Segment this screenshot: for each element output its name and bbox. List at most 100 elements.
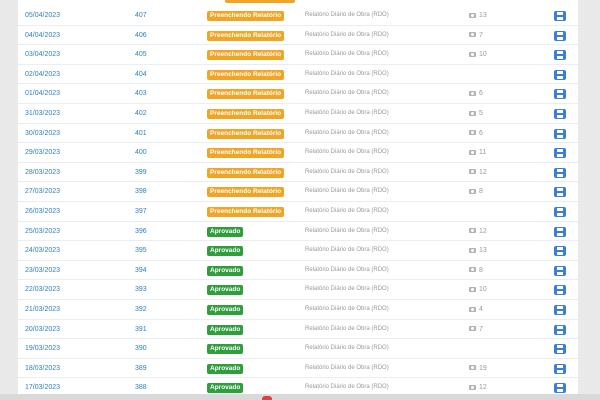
rdo-date-link[interactable]: 17/03/2023 xyxy=(25,378,60,394)
rdo-number-link[interactable]: 403 xyxy=(135,84,147,104)
report-type-label: Relatório Diário de Obra (RDO) xyxy=(305,364,389,371)
print-icon[interactable] xyxy=(554,226,566,237)
table-row: 19/03/2023 390 Aprovado Relatório Diário de… xyxy=(18,339,578,359)
print-icon[interactable] xyxy=(554,167,566,178)
rdo-number-link[interactable]: 395 xyxy=(135,241,147,261)
photo-count-value: 12 xyxy=(479,227,487,235)
photo-count: 12 xyxy=(469,222,487,242)
rdo-date-link[interactable]: 20/03/2023 xyxy=(25,320,60,340)
table-row: 29/03/2023 400 Preenchendo Relatório Relató… xyxy=(18,143,578,163)
photo-count: 8 xyxy=(469,261,483,281)
rdo-date-link[interactable]: 19/03/2023 xyxy=(25,339,60,359)
rdo-date-link[interactable]: 30/03/2023 xyxy=(25,124,60,144)
print-icon[interactable] xyxy=(554,89,566,100)
rdo-date-link[interactable]: 26/03/2023 xyxy=(25,202,60,222)
rdo-date-link[interactable]: 21/03/2023 xyxy=(25,300,60,320)
photo-count-value: 7 xyxy=(479,31,483,39)
rdo-date-link[interactable]: 27/03/2023 xyxy=(25,182,60,202)
rdo-date-link[interactable]: 31/03/2023 xyxy=(25,104,60,124)
rdo-number-link[interactable]: 402 xyxy=(135,104,147,124)
status-badge: Aprovado xyxy=(207,265,244,276)
rdo-date-link[interactable]: 24/03/2023 xyxy=(25,241,60,261)
report-type-label: Relatório Diário de Obra (RDO) xyxy=(305,110,389,116)
photo-count-value: 5 xyxy=(479,110,483,117)
rdo-number-link[interactable]: 406 xyxy=(135,26,147,46)
rdo-number-link[interactable]: 397 xyxy=(135,202,147,222)
rdo-date-link[interactable]: 03/04/2023 xyxy=(25,45,60,65)
rdo-date-link[interactable]: 05/04/2023 xyxy=(25,6,60,26)
photo-count-value: 8 xyxy=(479,266,483,274)
print-icon[interactable] xyxy=(554,305,566,315)
print-icon[interactable] xyxy=(554,187,566,198)
print-icon[interactable] xyxy=(554,207,566,217)
photo-count: 10 xyxy=(469,45,487,65)
rdo-date-link[interactable]: 23/03/2023 xyxy=(25,261,60,281)
print-icon[interactable] xyxy=(554,344,566,355)
photo-count: 12 xyxy=(469,163,487,183)
rdo-number-link[interactable]: 405 xyxy=(135,45,147,65)
photo-count: 10 xyxy=(469,280,487,300)
horizontal-scrollbar[interactable] xyxy=(0,394,600,400)
rdo-date-link[interactable]: 04/04/2023 xyxy=(25,26,60,46)
camera-icon xyxy=(469,51,476,57)
table-row: 01/04/2023 403 Preenchendo Relatório Relató… xyxy=(18,84,578,104)
print-icon[interactable] xyxy=(554,383,566,394)
rdo-number-link[interactable]: 394 xyxy=(135,261,147,281)
rdo-number-link[interactable]: 392 xyxy=(135,300,147,320)
photo-count-value: 4 xyxy=(479,306,483,313)
status-badge: Preenchendo Relatório xyxy=(207,30,285,41)
print-icon[interactable] xyxy=(554,50,566,61)
status-badge: Preenchendo Relatório xyxy=(207,187,285,198)
status-badge: Preenchendo Relatório xyxy=(207,50,285,61)
rdo-number-link[interactable]: 389 xyxy=(135,359,147,379)
rdo-date-link[interactable]: 29/03/2023 xyxy=(25,143,60,163)
rdo-date-link[interactable]: 22/03/2023 xyxy=(25,280,60,300)
rdo-number-link[interactable]: 390 xyxy=(135,339,147,359)
camera-icon xyxy=(469,267,476,273)
rdo-number-link[interactable]: 388 xyxy=(135,378,147,394)
table-row: 18/03/2023 389 Aprovado Relatório Diário de… xyxy=(18,359,578,379)
rdo-number-link[interactable]: 398 xyxy=(135,182,147,202)
report-type-label: Relatório Diário de Obra (RDO) xyxy=(305,168,389,175)
rdo-date-link[interactable]: 01/04/2023 xyxy=(25,84,60,104)
rdo-number-link[interactable]: 400 xyxy=(135,143,147,163)
status-badge: Preenchendo Relatório xyxy=(207,207,285,217)
rdo-date-link[interactable]: 18/03/2023 xyxy=(25,359,60,379)
print-icon[interactable] xyxy=(554,363,566,374)
rdo-number-link[interactable]: 393 xyxy=(135,280,147,300)
photo-count: 19 xyxy=(469,359,487,379)
rdo-date-link[interactable]: 02/04/2023 xyxy=(25,65,60,85)
print-icon[interactable] xyxy=(554,109,566,119)
print-icon[interactable] xyxy=(554,128,566,139)
report-type-label: Relatório Diário de Obra (RDO) xyxy=(305,129,389,136)
status-badge: Preenchendo Relatório xyxy=(207,11,285,21)
table-row: 03/04/2023 405 Preenchendo Relatório Relató… xyxy=(18,45,578,65)
table-row: 21/03/2023 392 Aprovado Relatório Diário de… xyxy=(18,300,578,320)
camera-icon xyxy=(469,91,476,97)
print-icon[interactable] xyxy=(554,69,566,80)
print-icon[interactable] xyxy=(554,285,566,296)
camera-icon xyxy=(469,385,476,391)
print-icon[interactable] xyxy=(554,246,566,257)
rdo-number-link[interactable]: 399 xyxy=(135,163,147,183)
photo-count: 7 xyxy=(469,320,483,340)
print-icon[interactable] xyxy=(554,148,566,159)
rdo-number-link[interactable]: 407 xyxy=(135,6,147,26)
rdo-number-link[interactable]: 391 xyxy=(135,320,147,340)
table-row: 31/03/2023 402 Preenchendo Relatório Relató… xyxy=(18,104,578,124)
rdo-date-link[interactable]: 25/03/2023 xyxy=(25,222,60,242)
rdo-date-link[interactable]: 28/03/2023 xyxy=(25,163,60,183)
rdo-number-link[interactable]: 396 xyxy=(135,222,147,242)
camera-icon xyxy=(469,189,476,195)
print-icon[interactable] xyxy=(554,324,566,335)
print-icon[interactable] xyxy=(554,30,566,41)
print-icon[interactable] xyxy=(554,11,566,21)
status-badge: Aprovado xyxy=(207,324,244,335)
table-row: 22/03/2023 393 Aprovado Relatório Diário de… xyxy=(18,280,578,300)
print-icon[interactable] xyxy=(554,265,566,276)
status-badge: Aprovado xyxy=(207,226,244,237)
rdo-number-link[interactable]: 404 xyxy=(135,65,147,85)
photo-count: 4 xyxy=(469,300,483,320)
rdo-number-link[interactable]: 401 xyxy=(135,124,147,144)
status-badge: Aprovado xyxy=(207,383,244,394)
